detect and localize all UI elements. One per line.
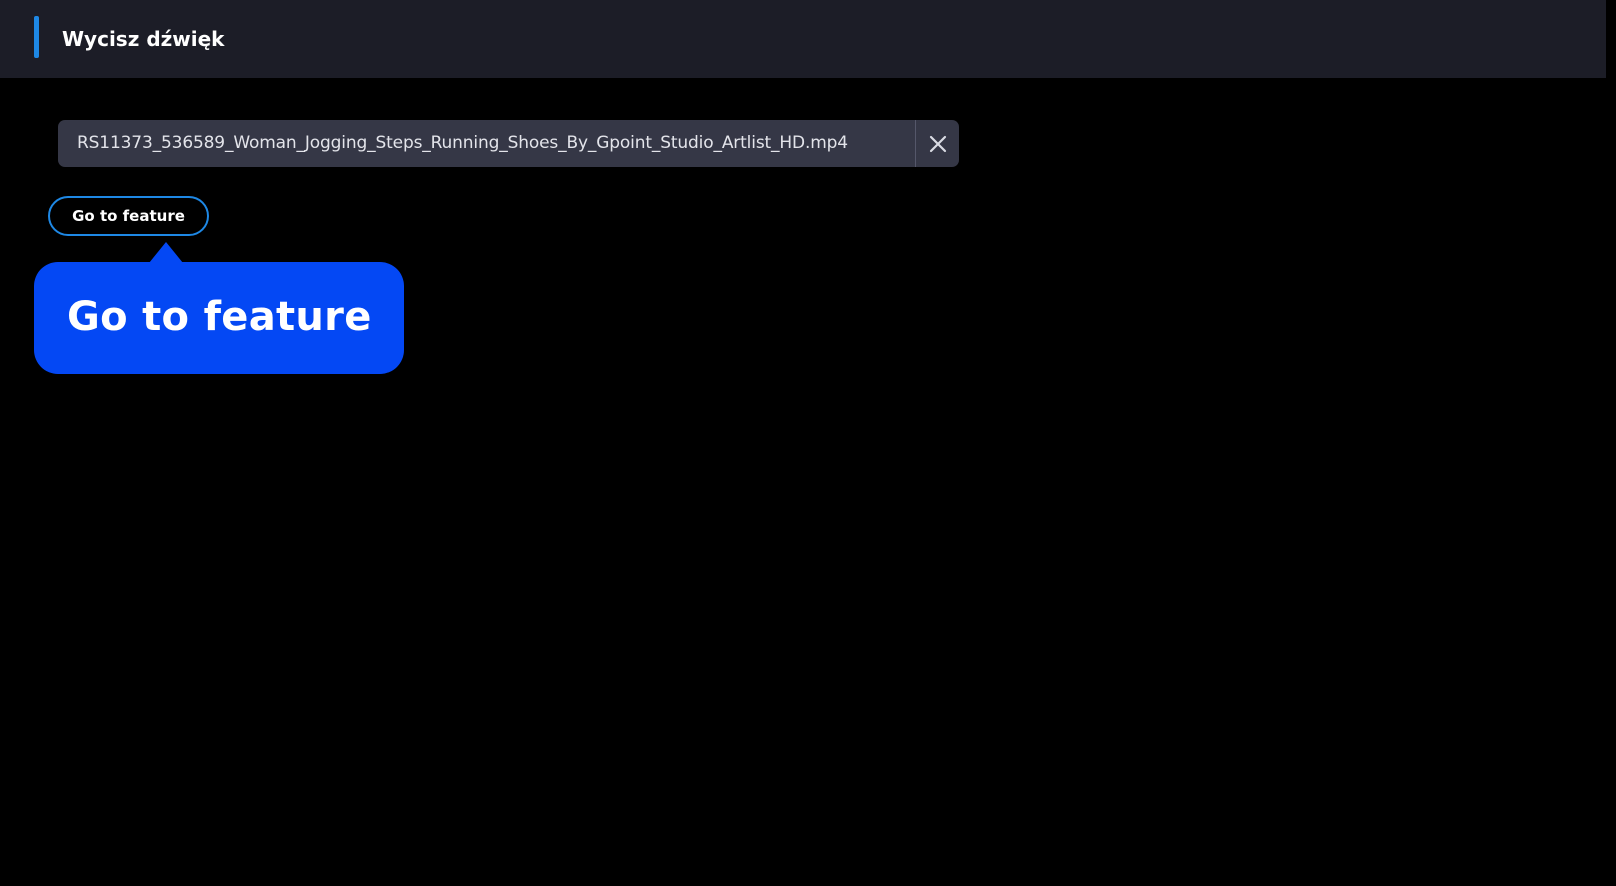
tooltip: Go to feature	[34, 242, 404, 374]
tooltip-arrow	[149, 242, 183, 263]
remove-file-button[interactable]	[916, 120, 959, 167]
go-to-feature-button[interactable]: Go to feature	[48, 196, 209, 236]
tooltip-text: Go to feature	[67, 294, 372, 340]
page-title: Wycisz dźwięk	[62, 27, 225, 51]
header-accent-bar	[34, 16, 39, 58]
close-icon	[929, 135, 946, 152]
header-bar: Wycisz dźwięk	[0, 0, 1606, 78]
file-chip: RS11373_536589_Woman_Jogging_Steps_Runni…	[58, 120, 959, 167]
file-name: RS11373_536589_Woman_Jogging_Steps_Runni…	[77, 133, 848, 153]
app-window: Wycisz dźwięk RS11373_536589_Woman_Joggi…	[0, 0, 1616, 886]
